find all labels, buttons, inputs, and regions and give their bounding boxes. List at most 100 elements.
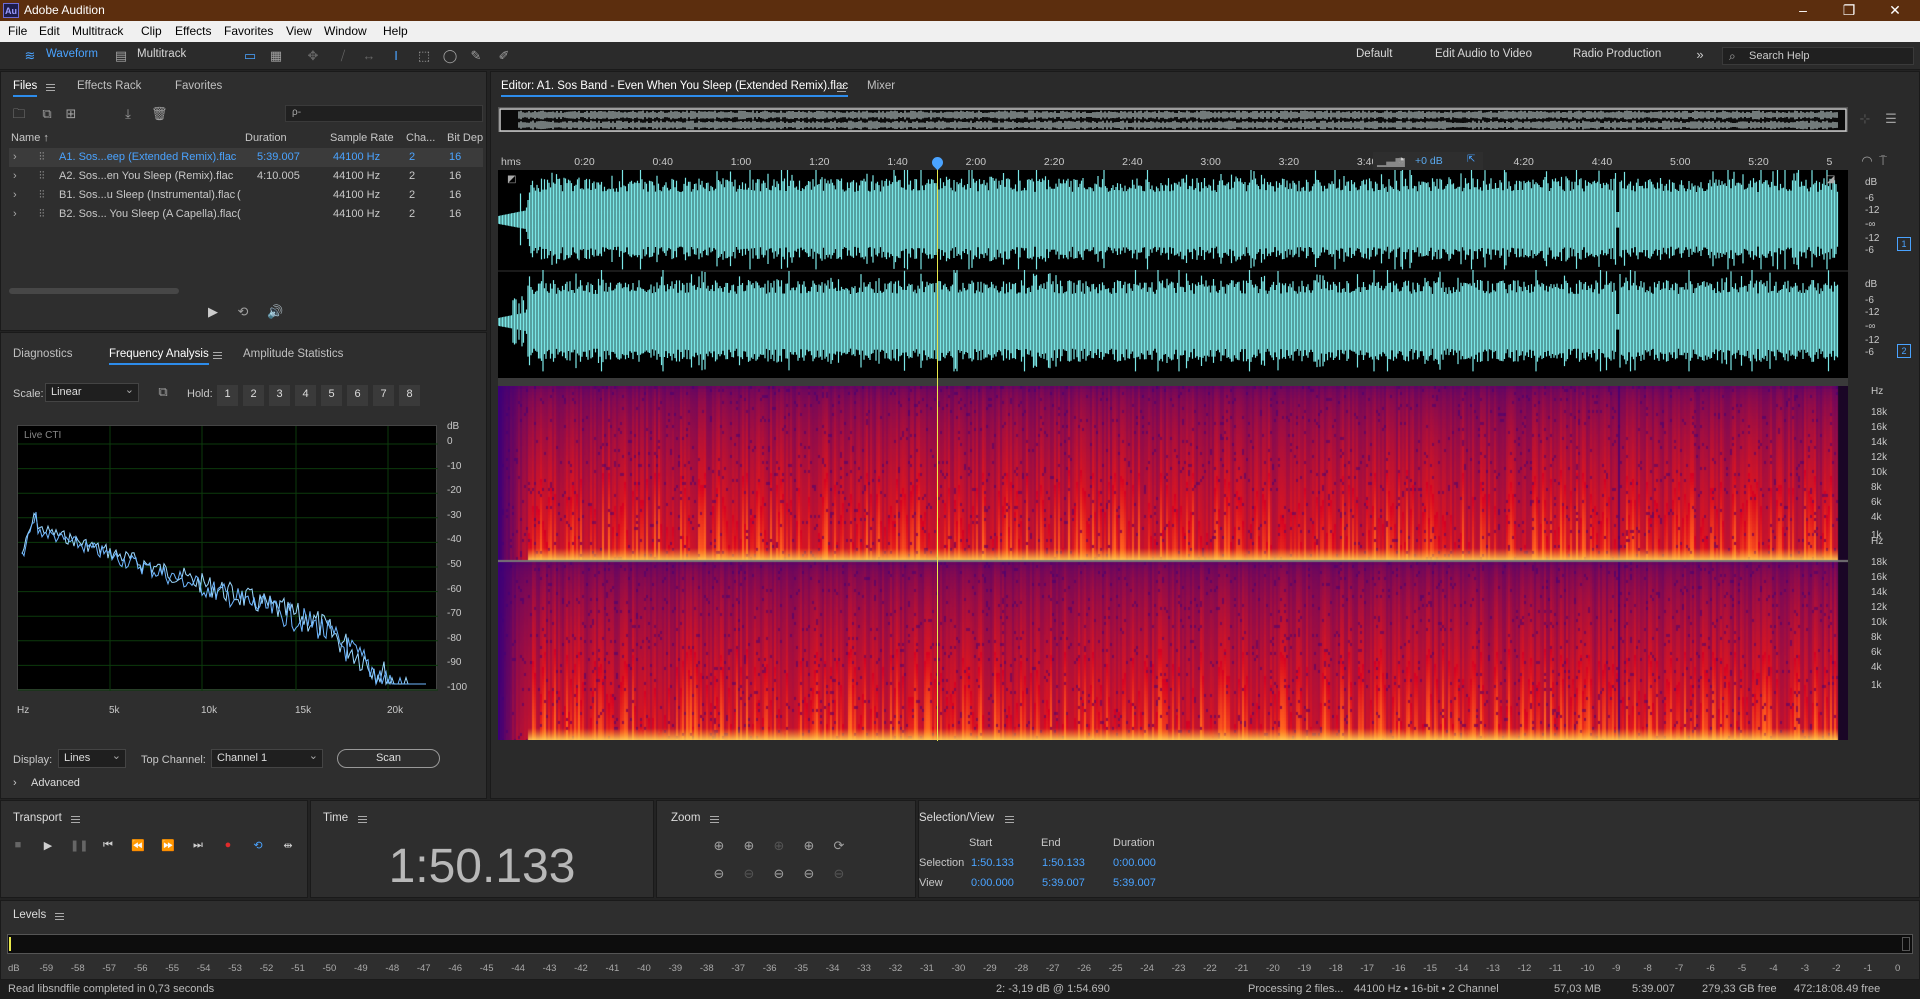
marquee-tool-icon[interactable]: ⬚ <box>416 49 432 63</box>
col-duration[interactable]: Duration <box>245 132 287 144</box>
time-display[interactable]: 1:50.133 <box>311 839 653 894</box>
channel-2-toggle[interactable]: 2 <box>1897 344 1911 358</box>
advanced-toggle[interactable]: Advanced <box>31 777 80 789</box>
hold-button-7[interactable]: 7 <box>373 385 394 406</box>
file-row[interactable]: › ⫶⫶ B1. Sos...u Sleep (Instrumental).fla… <box>9 186 483 205</box>
hold-button-4[interactable]: 4 <box>295 385 316 406</box>
clip-indicator[interactable] <box>1902 937 1910 951</box>
view-duration[interactable]: 5:39.007 <box>1113 877 1156 889</box>
open-file-icon[interactable]: 🗀 <box>11 107 27 121</box>
hold-button-2[interactable]: 2 <box>243 385 264 406</box>
record-icon[interactable]: ● <box>220 839 236 853</box>
menu-file[interactable]: File <box>8 24 27 38</box>
workspace-edit-audio-to-video[interactable]: Edit Audio to Video <box>1435 48 1532 60</box>
stop-icon[interactable]: ■ <box>10 839 26 853</box>
view-start[interactable]: 0:00.000 <box>971 877 1014 889</box>
zoom-out-point-icon[interactable]: ⊖ <box>801 867 817 881</box>
fast-forward-icon[interactable]: ⏩ <box>160 839 176 853</box>
move-tool-icon[interactable]: ✥ <box>305 49 321 63</box>
waveform-display[interactable]: ◩ ◪ <box>498 154 1848 741</box>
zoom-in-point-icon[interactable]: ⊕ <box>801 839 817 853</box>
col-sample-rate[interactable]: Sample Rate <box>330 132 394 144</box>
tab-favorites[interactable]: Favorites <box>175 80 222 92</box>
file-row[interactable]: › ⫶⫶ B2. Sos... You Sleep (A Capella).fla… <box>9 205 483 224</box>
slip-tool-icon[interactable]: ↔ <box>361 49 377 63</box>
zoom-out-time-icon[interactable]: ⊖ <box>741 867 757 881</box>
transport-menu-icon[interactable] <box>71 816 80 823</box>
hold-button-6[interactable]: 6 <box>347 385 368 406</box>
menu-multitrack[interactable]: Multitrack <box>72 24 123 38</box>
col-bit-depth[interactable]: Bit Dep <box>447 132 483 144</box>
skip-selection-icon[interactable]: ⇹ <box>280 839 296 853</box>
file-row[interactable]: › ⫶⫶ A1. Sos...eep (Extended Remix).flac … <box>9 148 483 167</box>
menu-edit[interactable]: Edit <box>39 24 60 38</box>
clip-fade-in-icon[interactable]: ◩ <box>507 174 516 185</box>
hold-button-5[interactable]: 5 <box>321 385 342 406</box>
spot-healing-tool-icon[interactable]: ✐ <box>496 49 512 63</box>
tab-amplitude-statistics[interactable]: Amplitude Statistics <box>243 348 343 360</box>
col-channels[interactable]: Cha... <box>406 132 435 144</box>
zoom-out-amplitude-icon[interactable]: ⊖ <box>711 867 727 881</box>
levels-menu-icon[interactable] <box>55 913 64 920</box>
brush-tool-icon[interactable]: ✎ <box>468 49 484 63</box>
maximize-button[interactable]: ❐ <box>1826 0 1872 21</box>
time-menu-icon[interactable] <box>358 816 367 823</box>
minimize-button[interactable]: – <box>1780 0 1826 21</box>
analysis-menu-icon[interactable] <box>213 352 222 359</box>
menu-help[interactable]: Help <box>383 24 408 38</box>
timecode-snap-icon[interactable]: ◠ <box>1859 154 1875 168</box>
selection-menu-icon[interactable] <box>1005 816 1014 823</box>
tab-files[interactable]: Files <box>13 80 38 97</box>
pause-icon[interactable]: ❚❚ <box>70 839 88 853</box>
zoom-reset-icon[interactable]: ⟳ <box>831 839 847 853</box>
tab-mixer[interactable]: Mixer <box>867 80 895 92</box>
new-file-icon[interactable]: ⊞ <box>63 107 79 121</box>
selection-duration[interactable]: 0:00.000 <box>1113 857 1156 869</box>
loop-playback-icon[interactable]: ⟲ <box>250 839 266 853</box>
go-to-end-icon[interactable]: ⏭ <box>190 839 206 853</box>
menu-view[interactable]: View <box>286 24 312 38</box>
scale-dropdown[interactable]: Linear <box>45 383 139 402</box>
time-ruler[interactable]: hms 0:20 0:40 1:00 1:20 1:40 2:00 2:20 2:40 3:00… <box>498 154 1848 170</box>
col-name[interactable]: Name ↑ <box>11 132 49 144</box>
clip-fade-out-icon[interactable]: ◪ <box>1826 174 1835 185</box>
editor-menu-icon[interactable] <box>837 85 846 92</box>
go-to-start-icon[interactable]: ⏮ <box>100 839 116 853</box>
spectral-view-icon[interactable]: ▦ <box>268 49 284 63</box>
search-help-box[interactable]: ⌕ Search Help <box>1722 47 1914 65</box>
hud-pin-icon[interactable]: ⇱ <box>1467 154 1475 165</box>
selection-end[interactable]: 1:50.133 <box>1042 857 1085 869</box>
autoplay-icon[interactable]: 🔊 <box>267 305 283 319</box>
menu-window[interactable]: Window <box>324 24 367 38</box>
razor-tool-icon[interactable]: ⧸ <box>335 49 351 63</box>
hold-button-3[interactable]: 3 <box>269 385 290 406</box>
scan-button[interactable]: Scan <box>337 749 440 768</box>
files-horizontal-scrollbar[interactable] <box>9 288 179 294</box>
top-channel-dropdown[interactable]: Channel 1 <box>211 749 323 768</box>
zoom-fit-icon[interactable]: ⊖ <box>831 867 847 881</box>
lock-window-icon[interactable]: ⧉ <box>155 385 171 399</box>
hud-volume-knob-icon[interactable]: ◔ <box>1397 152 1405 167</box>
more-workspaces-icon[interactable]: » <box>1692 48 1708 62</box>
hold-button-8[interactable]: 8 <box>399 385 420 406</box>
channel-1-toggle[interactable]: 1 <box>1897 237 1911 251</box>
workspace-default[interactable]: Default <box>1356 48 1392 60</box>
play-preview-icon[interactable]: ▶ <box>205 305 221 319</box>
menu-favorites[interactable]: Favorites <box>224 24 273 38</box>
import-file-icon[interactable]: ⧉ <box>39 107 55 121</box>
waveform-view-icon[interactable]: ▭ <box>242 49 258 63</box>
loop-preview-icon[interactable]: ⟲ <box>235 305 251 319</box>
menu-clip[interactable]: Clip <box>141 24 162 38</box>
overview-menu-icon[interactable]: ☰ <box>1883 112 1899 126</box>
hud-volume[interactable]: ▁▃▅ ◔ +0 dB ⇱ <box>1373 152 1483 170</box>
hold-button-1[interactable]: 1 <box>217 385 238 406</box>
overview-navigator[interactable] <box>498 107 1848 132</box>
tab-effects-rack[interactable]: Effects Rack <box>77 80 141 92</box>
workspace-radio-production[interactable]: Radio Production <box>1573 48 1661 60</box>
time-selection-tool-icon[interactable]: I <box>388 49 404 63</box>
lasso-tool-icon[interactable]: ◯ <box>442 49 458 63</box>
waveform-spectral-divider[interactable] <box>498 378 1848 386</box>
zoom-menu-icon[interactable] <box>710 816 719 823</box>
delete-icon[interactable]: 🗑 <box>151 107 168 121</box>
view-end[interactable]: 5:39.007 <box>1042 877 1085 889</box>
